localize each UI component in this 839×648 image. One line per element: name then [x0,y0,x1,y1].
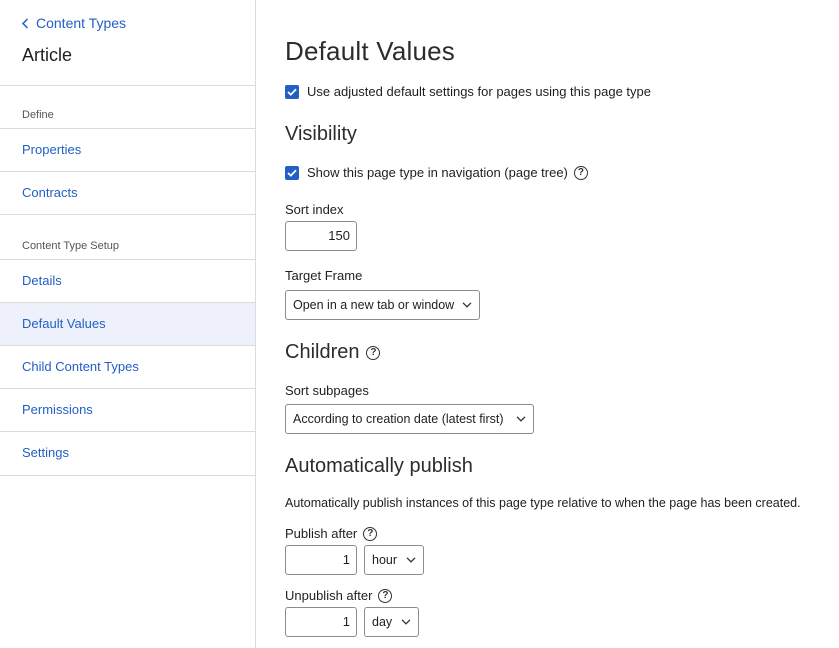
help-icon[interactable]: ? [363,526,378,541]
target-frame-select[interactable]: Open in a new tab or window [285,290,480,320]
target-frame-selected: Open in a new tab or window [293,298,455,312]
use-adjusted-defaults-row: Use adjusted default settings for pages … [285,84,651,99]
visibility-heading: Visibility [285,123,357,146]
sidebar-item-properties[interactable]: Properties [0,129,255,172]
use-adjusted-defaults-checkbox[interactable] [285,84,299,99]
sidebar-item-permissions[interactable]: Permissions [0,389,255,432]
auto-publish-heading-text: Automatically publish [285,455,473,477]
sidebar-item-child-content-types[interactable]: Child Content Types [0,346,255,389]
checkmark-icon [287,88,297,96]
children-heading-text: Children [285,341,360,363]
target-frame-label: Target Frame [285,268,363,283]
help-icon[interactable]: ? [573,165,588,180]
sidebar-item-label: Child Content Types [22,359,139,374]
section-label: Content Type Setup [22,240,120,252]
publish-after-unit-selected: hour [372,553,398,567]
use-adjusted-defaults-label: Use adjusted default settings for pages … [307,84,651,99]
sidebar-item-default-values[interactable]: Default Values [0,303,255,346]
help-icon[interactable]: ? [366,345,381,360]
sort-subpages-label: Sort subpages [285,383,369,398]
section-content-type-setup: Content Type Setup [0,215,255,260]
publish-after-unit-select[interactable]: hour [364,545,424,575]
sidebar-item-label: Permissions [22,402,93,417]
sidebar-item-settings[interactable]: Settings [0,432,255,476]
unpublish-after-unit-selected: day [372,615,393,629]
back-link-label: Content Types [36,15,127,31]
section-define: Define [0,86,255,129]
section-label: Define [22,109,54,121]
chevron-down-icon [406,557,416,563]
show-in-navigation-label: Show this page type in navigation (page … [307,165,568,180]
sidebar-item-label: Contracts [22,185,78,200]
sidebar-item-label: Properties [22,142,82,157]
unpublish-after-unit-select[interactable]: day [364,607,419,637]
unpublish-after-input[interactable]: 1 [285,607,357,637]
sidebar-item-contracts[interactable]: Contracts [0,172,255,215]
sort-index-label: Sort index [285,202,344,217]
publish-after-label: Publish after [285,526,358,541]
sort-subpages-select[interactable]: According to creation date (latest first… [285,404,534,434]
chevron-down-icon [401,619,411,625]
checkmark-icon [287,169,297,177]
visibility-heading-text: Visibility [285,123,357,145]
sort-subpages-selected: According to creation date (latest first… [293,412,504,426]
sidebar: Content Types Article Define Properties … [0,0,256,648]
sidebar-item-label: Settings [22,445,69,460]
page-title: Default Values [285,36,455,66]
unpublish-after-label-row: Unpublish after ? [285,588,393,603]
content-type-title: Article [22,45,73,65]
unpublish-after-label: Unpublish after [285,588,373,603]
main-content: Default Values Use adjusted default sett… [256,0,839,648]
publish-after-label-row: Publish after ? [285,526,378,541]
sidebar-item-label: Default Values [22,316,106,331]
auto-publish-description: Automatically publish instances of this … [285,496,801,510]
help-icon[interactable]: ? [378,588,393,603]
back-to-content-types-link[interactable]: Content Types [21,15,126,31]
sort-index-input[interactable]: 150 [285,221,357,251]
chevron-down-icon [516,416,526,422]
auto-publish-heading: Automatically publish [285,455,473,478]
show-in-navigation-checkbox[interactable] [285,165,299,180]
chevron-down-icon [462,302,472,308]
show-in-navigation-row: Show this page type in navigation (page … [285,165,588,180]
publish-after-input[interactable]: 1 [285,545,357,575]
chevron-left-icon [21,17,29,29]
sidebar-item-label: Details [22,273,62,288]
sidebar-item-details[interactable]: Details [0,260,255,303]
children-heading: Children ? [285,341,381,364]
